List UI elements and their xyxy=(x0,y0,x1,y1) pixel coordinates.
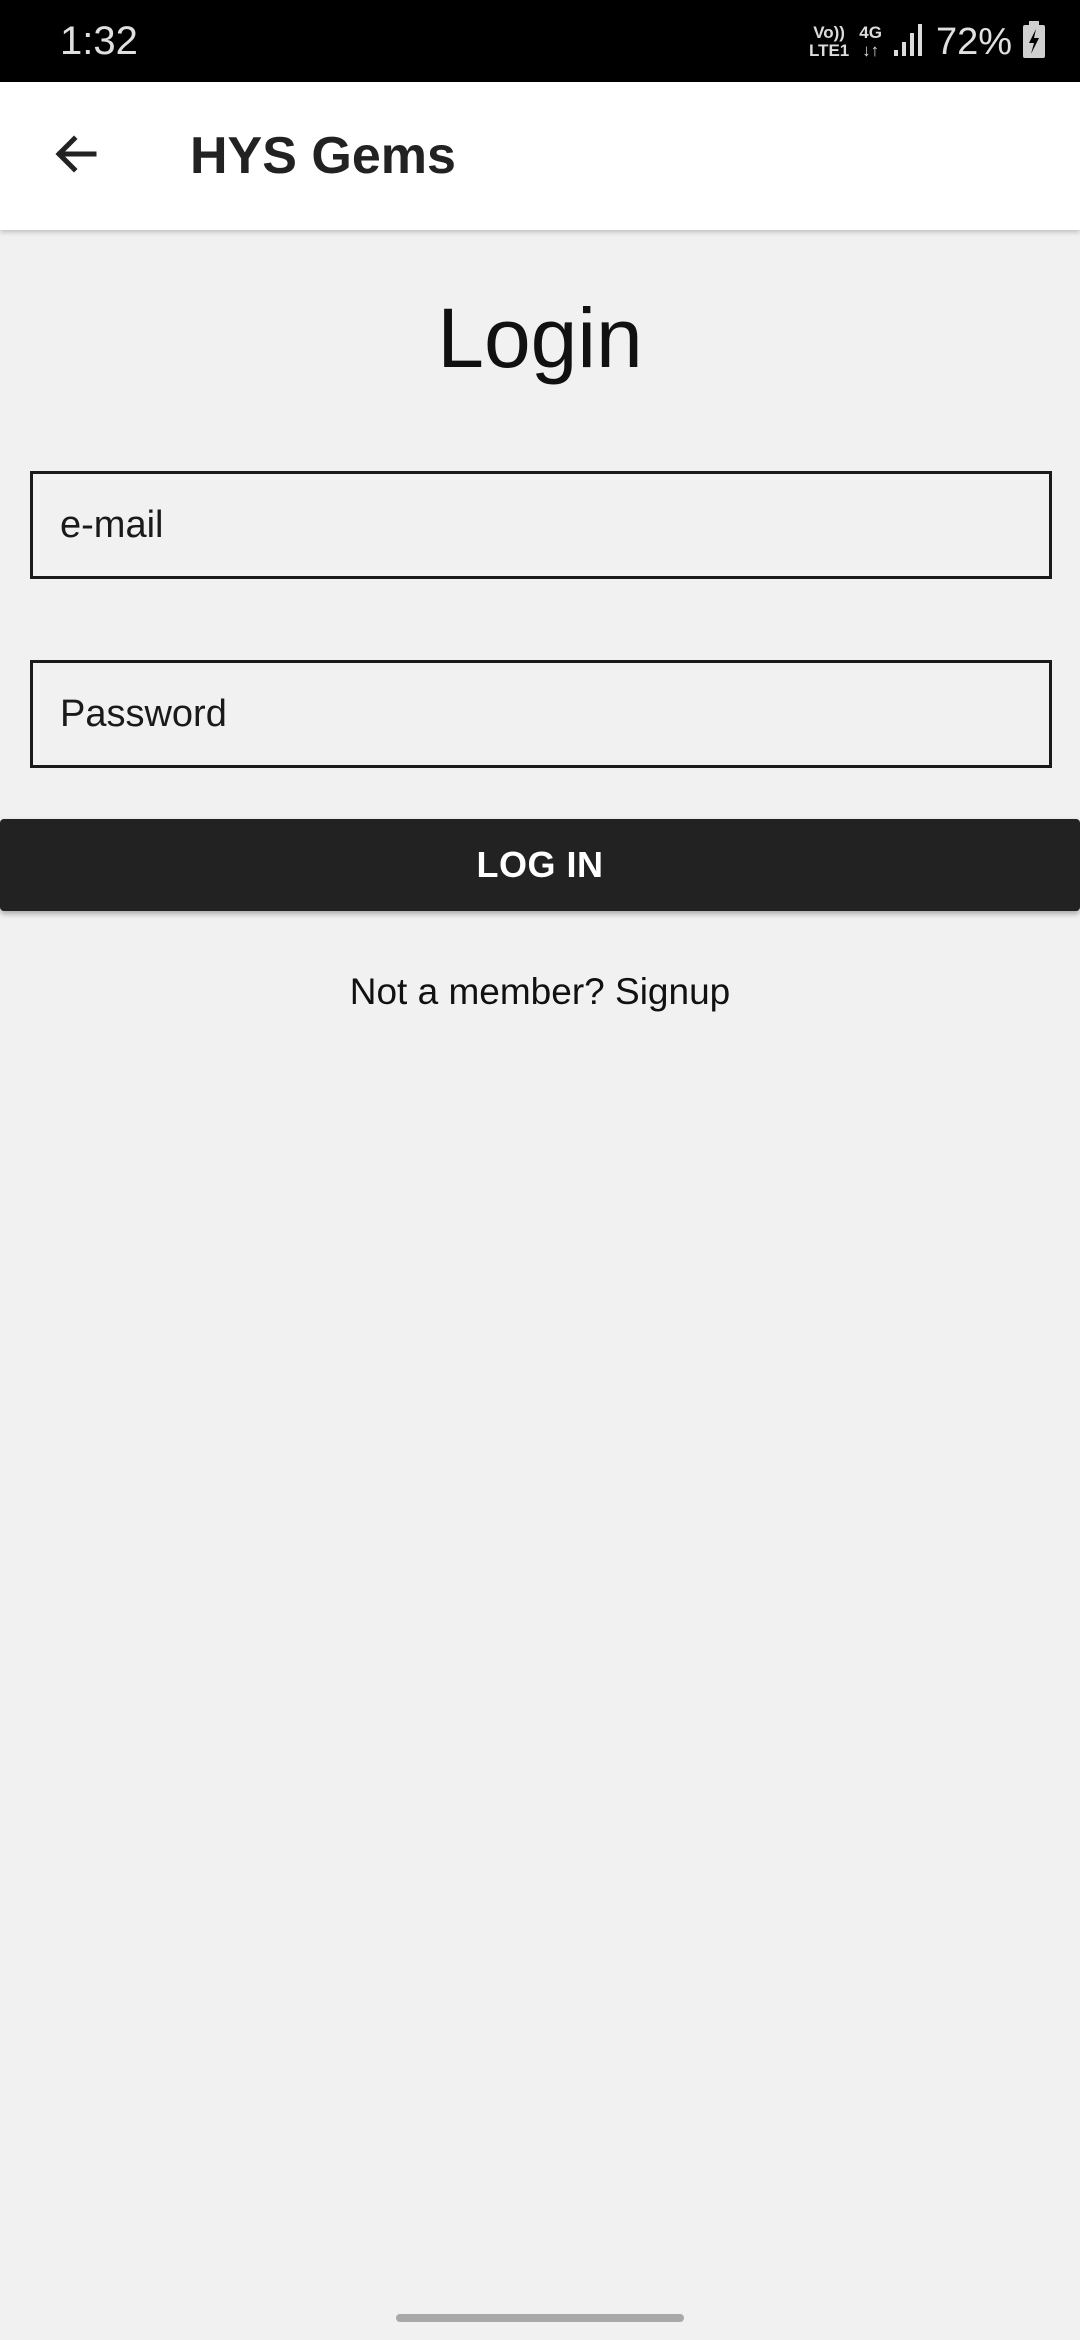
app-title: HYS Gems xyxy=(190,127,456,185)
status-icons: Vo)) LTE1 4G ↓↑ 72% xyxy=(809,14,1046,70)
password-field[interactable] xyxy=(30,660,1052,768)
page-title: Login xyxy=(437,291,643,385)
volte-indicator: Vo)) LTE1 xyxy=(809,24,849,60)
battery-percent: 72% xyxy=(935,21,1012,63)
network-type-indicator: 4G ↓↑ xyxy=(859,24,882,60)
email-field[interactable] xyxy=(30,471,1052,579)
network-arrows: ↓↑ xyxy=(862,41,880,60)
arrow-left-icon xyxy=(52,130,100,183)
volte-bottom-label: LTE1 xyxy=(808,41,850,60)
network-type-label: 4G xyxy=(859,23,882,42)
status-bar: 1:32 Vo)) LTE1 4G ↓↑ 72% xyxy=(0,0,1080,82)
login-button[interactable]: LOG IN xyxy=(0,819,1080,911)
app-bar: HYS Gems xyxy=(0,82,1080,230)
volte-top-label: Vo)) xyxy=(813,23,845,42)
battery-charging-icon xyxy=(1022,20,1046,64)
status-time: 1:32 xyxy=(60,19,138,63)
home-indicator[interactable] xyxy=(396,2314,684,2322)
back-button[interactable] xyxy=(38,118,114,194)
signal-bars-icon xyxy=(892,22,926,63)
signup-link[interactable]: Not a member? Signup xyxy=(0,968,1080,1016)
